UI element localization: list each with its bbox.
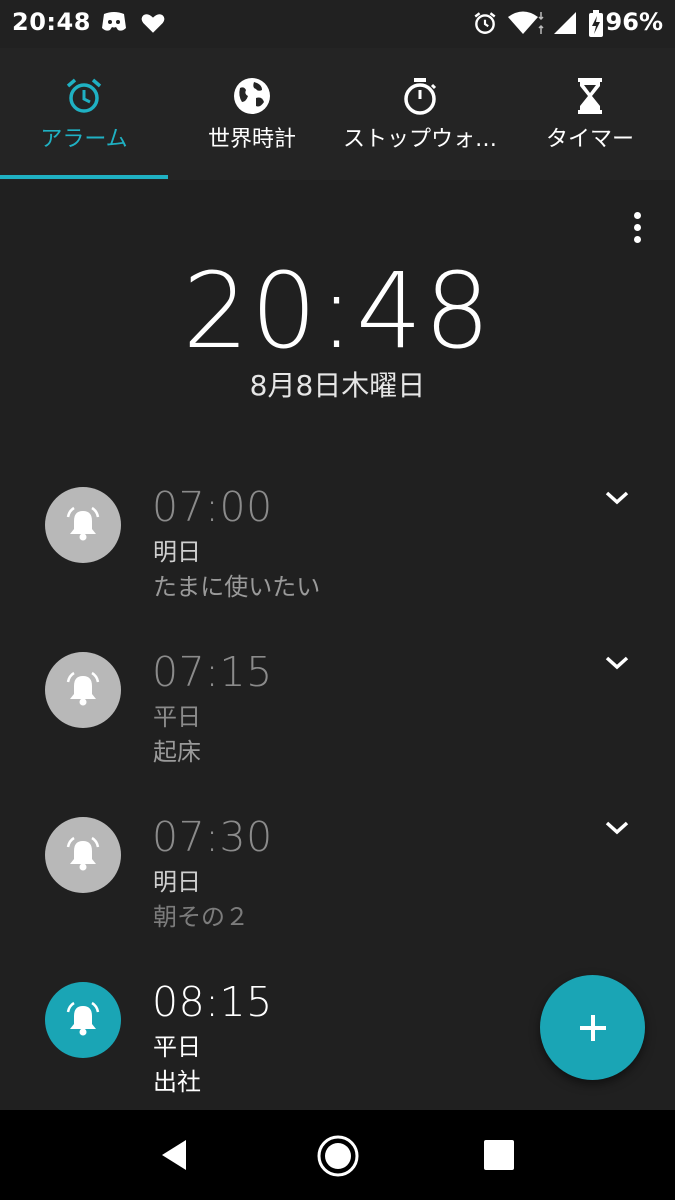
navigation-bar xyxy=(0,1110,675,1200)
status-bar: 20:48 96% xyxy=(0,0,675,48)
status-time: 20:48 xyxy=(12,8,91,36)
expand-chevron-icon[interactable] xyxy=(603,818,631,838)
alarm-days: 平日 xyxy=(153,703,201,731)
alarm-days: 明日 xyxy=(153,868,201,896)
alarm-item[interactable]: 07:30 明日 朝その２ xyxy=(0,813,675,975)
bell-icon xyxy=(66,506,100,541)
alarm-toggle-button[interactable] xyxy=(45,982,121,1058)
battery-charging-icon xyxy=(588,10,604,42)
plus-icon xyxy=(579,1014,606,1041)
cell-signal-icon xyxy=(552,10,578,40)
bell-icon xyxy=(66,671,100,706)
alarm-item[interactable]: 07:00 明日 たまに使いたい xyxy=(0,483,675,645)
current-date: 8月8日木曜日 xyxy=(249,369,426,402)
alarm-toggle-button[interactable] xyxy=(45,652,121,728)
alarm-time[interactable]: 08:15 xyxy=(152,978,273,1026)
tab-world-clock[interactable]: 世界時計 xyxy=(168,48,336,180)
add-alarm-button[interactable] xyxy=(540,975,645,1080)
current-time: 20:48 xyxy=(182,250,493,372)
alarm-time[interactable]: 07:30 xyxy=(152,813,273,861)
alarm-time[interactable]: 07:00 xyxy=(152,483,273,531)
alarm-days: 平日 xyxy=(153,1033,201,1061)
alarm-label[interactable]: たまに使いたい xyxy=(153,567,320,602)
alarm-icon xyxy=(472,10,498,40)
bell-icon xyxy=(66,1001,100,1036)
alarm-toggle-button[interactable] xyxy=(45,487,121,563)
expand-chevron-icon[interactable] xyxy=(603,653,631,673)
tab-indicator xyxy=(0,175,168,179)
tab-alarm-label: アラーム xyxy=(40,127,128,152)
heart-icon xyxy=(140,10,166,40)
expand-chevron-icon[interactable] xyxy=(603,488,631,508)
overflow-menu-icon[interactable] xyxy=(622,208,652,248)
tab-stopwatch-label: ストップウォ… xyxy=(342,127,497,152)
tab-timer[interactable]: タイマー xyxy=(506,48,674,180)
home-icon[interactable] xyxy=(316,1134,360,1182)
alarm-clock-icon xyxy=(64,76,104,120)
alarm-label[interactable]: 朝その２ xyxy=(153,897,249,932)
wifi-icon xyxy=(508,10,546,40)
alarm-item[interactable]: 07:15 平日 起床 xyxy=(0,648,675,810)
recents-icon[interactable] xyxy=(483,1139,515,1175)
discord-icon xyxy=(100,10,128,40)
alarm-label[interactable]: 出社 xyxy=(153,1062,201,1097)
alarm-toggle-button[interactable] xyxy=(45,817,121,893)
alarm-label[interactable]: 起床 xyxy=(153,732,201,767)
hourglass-icon xyxy=(570,76,610,120)
globe-icon xyxy=(232,76,272,120)
alarm-time[interactable]: 07:15 xyxy=(152,648,273,696)
tab-timer-label: タイマー xyxy=(545,127,634,152)
back-icon[interactable] xyxy=(158,1138,190,1176)
bell-icon xyxy=(66,836,100,871)
battery-percent: 96% xyxy=(605,8,663,36)
tab-bar: アラーム 世界時計 ストップウォ… タイマー xyxy=(0,48,675,180)
stopwatch-icon xyxy=(400,76,440,120)
tab-stopwatch[interactable]: ストップウォ… xyxy=(336,48,504,180)
tab-alarm[interactable]: アラーム xyxy=(0,48,168,180)
alarm-days: 明日 xyxy=(153,538,201,566)
tab-world-clock-label: 世界時計 xyxy=(207,127,296,152)
